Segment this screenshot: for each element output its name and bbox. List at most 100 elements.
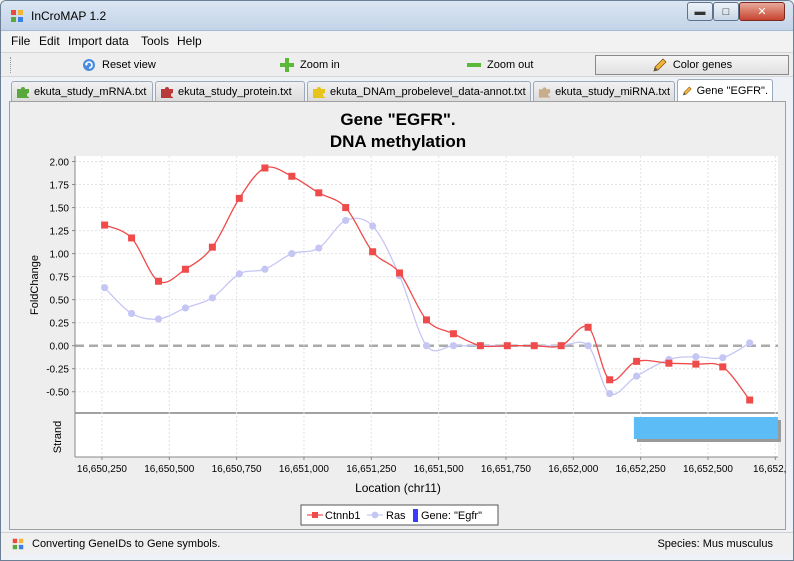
data-point-ras[interactable] [127, 309, 136, 318]
y-axis-label: FoldChange [29, 255, 41, 315]
data-point-ctnnb1[interactable] [128, 234, 136, 242]
x-tick-label: 16,650,250 [77, 464, 127, 475]
puzzle-icon [17, 86, 29, 98]
data-point-ras[interactable] [101, 284, 109, 292]
data-point-ras[interactable] [342, 216, 350, 225]
menu-import-data[interactable]: Import data [68, 34, 129, 48]
data-point-ctnnb1[interactable] [369, 248, 377, 256]
data-point-ctnnb1[interactable] [449, 330, 457, 338]
data-point-ras[interactable] [154, 315, 163, 323]
zoom-in-button[interactable]: Zoom in [279, 55, 340, 75]
data-point-ctnnb1[interactable] [208, 243, 216, 251]
species-label: Species: Mus musculus [657, 538, 773, 550]
data-point-ras[interactable] [632, 372, 641, 380]
pencil-icon [682, 86, 692, 95]
fold-change-chart[interactable]: Gene "EGFR". DNA methylation 2.00 1.75 1.5… [10, 102, 793, 531]
data-point-ras[interactable] [606, 389, 614, 398]
data-point-ctnnb1[interactable] [557, 342, 565, 350]
color-genes-button[interactable]: Color genes [595, 55, 789, 75]
x-tick-label: 16,650,500 [144, 464, 194, 475]
data-point-ras[interactable] [584, 342, 592, 350]
data-point-ctnnb1[interactable] [261, 164, 269, 172]
x-axis-label: Location (chr11) [355, 481, 441, 495]
chart-title: Gene "EGFR". [340, 110, 455, 129]
data-point-ctnnb1[interactable] [503, 342, 511, 350]
menu-bar: File Edit Import data Tools Help [1, 32, 793, 51]
menu-tools[interactable]: Tools [141, 34, 169, 48]
minus-icon [467, 63, 481, 67]
data-point-ras[interactable] [181, 304, 190, 312]
data-point-ras[interactable] [369, 222, 377, 230]
data-point-ctnnb1[interactable] [423, 316, 430, 324]
data-point-ctnnb1[interactable] [746, 396, 754, 404]
y-tick-label: 1.50 [50, 204, 70, 215]
data-point-ctnnb1[interactable] [315, 189, 323, 197]
data-point-ras[interactable] [315, 244, 323, 252]
data-point-ras[interactable] [719, 354, 727, 362]
data-point-ctnnb1[interactable] [288, 172, 296, 180]
data-point-ras[interactable] [449, 342, 458, 350]
menu-help[interactable]: Help [177, 34, 202, 48]
close-button[interactable]: ✕ [739, 2, 785, 21]
data-point-ras[interactable] [422, 342, 431, 350]
y-tick-label: 0.75 [50, 273, 70, 284]
data-point-ras[interactable] [235, 270, 243, 278]
data-point-ctnnb1[interactable] [476, 342, 484, 350]
tab-protein[interactable]: ekuta_study_protein.txt [155, 81, 305, 101]
data-point-ras[interactable] [288, 250, 296, 258]
data-point-ctnnb1[interactable] [719, 363, 727, 371]
x-tick-label: 16,651,250 [346, 464, 396, 475]
data-point-ctnnb1[interactable] [235, 194, 243, 202]
data-point-ctnnb1[interactable] [633, 357, 641, 365]
tab-dnam[interactable]: ekuta_DNAm_probelevel_data-annot.txt [307, 81, 531, 101]
tab-gene-egfr[interactable]: Gene "EGFR". [677, 79, 773, 101]
close-icon: ✕ [757, 6, 767, 18]
plot-panel[interactable]: Gene "EGFR". DNA methylation 2.00 1.75 1.5… [9, 101, 793, 531]
zoom-out-button[interactable]: Zoom out [466, 55, 533, 75]
toolbar: Reset view Zoom in Zoom out Color genes [1, 52, 793, 77]
data-point-ctnnb1[interactable] [584, 323, 592, 331]
data-point-ctnnb1[interactable] [530, 342, 538, 350]
incromap-status-icon [12, 538, 24, 550]
data-point-ras[interactable] [261, 265, 269, 273]
data-point-ras[interactable] [746, 339, 754, 347]
data-point-ctnnb1[interactable] [101, 221, 109, 229]
data-point-ctnnb1[interactable] [342, 204, 350, 212]
x-axis-ticks: 16,650,250 16,650,500 16,650,750 16,651,000… [77, 457, 793, 475]
plus-icon [280, 58, 294, 72]
status-message: Converting GeneIDs to Gene symbols. [32, 538, 221, 550]
reset-view-button[interactable]: Reset view [81, 55, 156, 75]
x-tick-label: 16,652,000 [548, 464, 598, 475]
minimize-button[interactable]: ▬ [687, 2, 713, 21]
incromap-logo-icon [11, 10, 23, 22]
legend-ras-label: Ras [386, 510, 406, 522]
data-point-ctnnb1[interactable] [154, 277, 162, 285]
data-point-ctnnb1[interactable] [181, 265, 189, 273]
data-point-ras[interactable] [692, 353, 700, 361]
data-point-ctnnb1[interactable] [665, 359, 673, 367]
gene-region-egfr[interactable] [633, 417, 778, 439]
tab-mirna[interactable]: ekuta_study_miRNA.txt [533, 81, 675, 101]
maximize-button[interactable]: □ [713, 2, 739, 21]
x-tick-label: 16,651,500 [414, 464, 464, 475]
puzzle-icon-shape [17, 86, 29, 98]
toolbar-grip[interactable] [10, 57, 13, 73]
puzzle-icon [161, 86, 173, 98]
data-point-ras[interactable] [208, 294, 216, 302]
data-point-ctnnb1[interactable] [606, 376, 614, 384]
puzzle-icon [538, 86, 551, 98]
plot-area[interactable] [75, 156, 778, 412]
menu-edit[interactable]: Edit [39, 34, 60, 48]
tab-bar: ekuta_study_mRNA.txt ekuta_study_protein… [1, 79, 793, 101]
data-point-ctnnb1[interactable] [692, 360, 700, 368]
maximize-icon: □ [722, 5, 730, 18]
data-point-ctnnb1[interactable] [396, 269, 404, 277]
minimize-icon: ▬ [694, 5, 706, 18]
app-window: InCroMAP 1.2 ▬ □ ✕ File Edit Import data… [0, 0, 794, 561]
tab-mrna[interactable]: ekuta_study_mRNA.txt [11, 81, 153, 101]
legend-ctnnb1-label: Ctnnb1 [325, 510, 360, 522]
menu-file[interactable]: File [11, 34, 30, 48]
y-tick-label: 0.25 [50, 319, 70, 330]
title-bar: InCroMAP 1.2 ▬ □ ✕ [1, 1, 793, 31]
x-tick-label: 16,651,750 [481, 464, 531, 475]
